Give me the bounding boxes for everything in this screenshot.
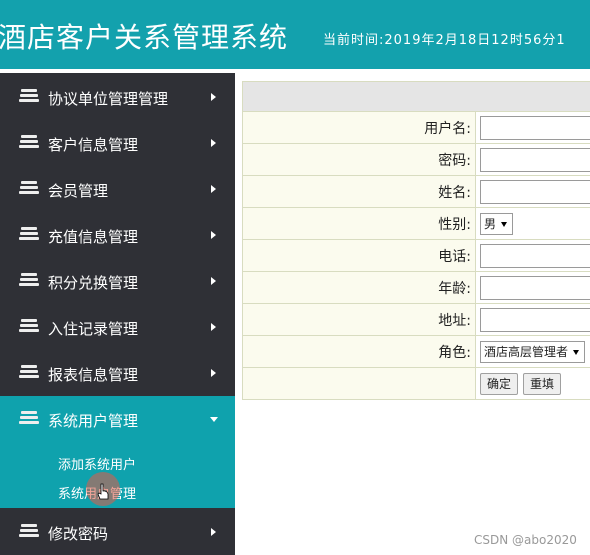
app-title: 酒店客户关系管理系统 xyxy=(0,21,289,54)
sidebar-item-system-users[interactable]: 系统用户管理 xyxy=(0,396,235,442)
sidebar-item-recharge[interactable]: 充值信息管理 xyxy=(0,212,235,258)
stack-icon xyxy=(19,273,39,288)
username-input[interactable] xyxy=(480,115,590,140)
add-user-form: 用户名: 密码: 姓名: 性别: 男 电话: 年龄: 地址: 角色: 酒店高层管… xyxy=(242,81,590,400)
age-label: 年龄: xyxy=(242,271,476,304)
caret-right-icon xyxy=(211,369,216,377)
system-users-submenu: 添加系统用户 系统用户管理 xyxy=(0,442,235,508)
stack-icon xyxy=(19,89,39,104)
form-row-address: 地址: xyxy=(242,303,590,336)
caret-down-icon xyxy=(210,417,218,422)
sidebar-item-points[interactable]: 积分兑换管理 xyxy=(0,258,235,304)
sidebar-item-checkin[interactable]: 入住记录管理 xyxy=(0,304,235,350)
caret-right-icon xyxy=(211,139,216,147)
form-header-row xyxy=(242,81,590,112)
age-input[interactable] xyxy=(480,275,590,300)
role-label: 角色: xyxy=(242,335,476,368)
role-select[interactable]: 酒店高层管理者 xyxy=(480,340,586,363)
sidebar-item-label: 系统用户管理 xyxy=(48,412,139,430)
name-label: 姓名: xyxy=(242,175,476,208)
caret-right-icon xyxy=(211,528,216,536)
address-input[interactable] xyxy=(480,307,590,332)
watermark: CSDN @abo2020 xyxy=(474,533,577,547)
phone-input[interactable] xyxy=(480,243,590,268)
stack-icon xyxy=(19,227,39,242)
address-label: 地址: xyxy=(242,303,476,336)
sidebar-item-label: 会员管理 xyxy=(48,182,109,200)
submit-button[interactable]: 确定 xyxy=(480,372,519,395)
form-row-name: 姓名: xyxy=(242,175,590,208)
name-input[interactable] xyxy=(480,179,590,204)
form-row-password: 密码: xyxy=(242,143,590,176)
sidebar-item-label: 修改密码 xyxy=(48,525,109,543)
stack-icon xyxy=(19,319,39,334)
stack-icon xyxy=(19,135,39,150)
caret-right-icon xyxy=(211,277,216,285)
password-input[interactable] xyxy=(480,147,590,172)
sidebar-item-label: 积分兑换管理 xyxy=(48,274,139,292)
sidebar-item-agreement-units[interactable]: 协议单位管理管理 xyxy=(0,74,235,120)
stack-icon xyxy=(19,365,39,380)
sidebar-item-label: 报表信息管理 xyxy=(48,366,139,384)
sidebar-item-label: 协议单位管理管理 xyxy=(48,90,169,108)
sidebar-item-label: 充值信息管理 xyxy=(48,228,139,246)
gender-label: 性别: xyxy=(242,207,476,240)
sidebar-item-members[interactable]: 会员管理 xyxy=(0,166,235,212)
submenu-item-add-user[interactable]: 添加系统用户 xyxy=(58,454,136,473)
sidebar-item-customers[interactable]: 客户信息管理 xyxy=(0,120,235,166)
form-row-phone: 电话: xyxy=(242,239,590,272)
hand-pointer-icon xyxy=(97,483,109,500)
gender-select[interactable]: 男 xyxy=(480,212,514,235)
phone-label: 电话: xyxy=(242,239,476,272)
sidebar-item-reports[interactable]: 报表信息管理 xyxy=(0,350,235,396)
caret-right-icon xyxy=(211,93,216,101)
password-label: 密码: xyxy=(242,143,476,176)
caret-right-icon xyxy=(211,231,216,239)
stack-icon xyxy=(19,411,39,426)
form-row-actions: 确定 重填 xyxy=(242,367,590,400)
form-row-age: 年龄: xyxy=(242,271,590,304)
caret-right-icon xyxy=(211,185,216,193)
reset-button[interactable]: 重填 xyxy=(523,372,562,395)
form-row-username: 用户名: xyxy=(242,111,590,144)
sidebar-item-label: 客户信息管理 xyxy=(48,136,139,154)
caret-right-icon xyxy=(211,323,216,331)
app-header: 酒店客户关系管理系统 当前时间:2019年2月18日12时56分1 xyxy=(0,0,590,69)
form-row-gender: 性别: 男 xyxy=(242,207,590,240)
sidebar-item-change-password[interactable]: 修改密码 xyxy=(0,509,235,555)
form-row-role: 角色: 酒店高层管理者 xyxy=(242,335,590,368)
current-time: 当前时间:2019年2月18日12时56分1 xyxy=(323,33,566,48)
sidebar-item-label: 入住记录管理 xyxy=(48,320,139,338)
username-label: 用户名: xyxy=(242,111,476,144)
stack-icon xyxy=(19,524,39,539)
stack-icon xyxy=(19,181,39,196)
